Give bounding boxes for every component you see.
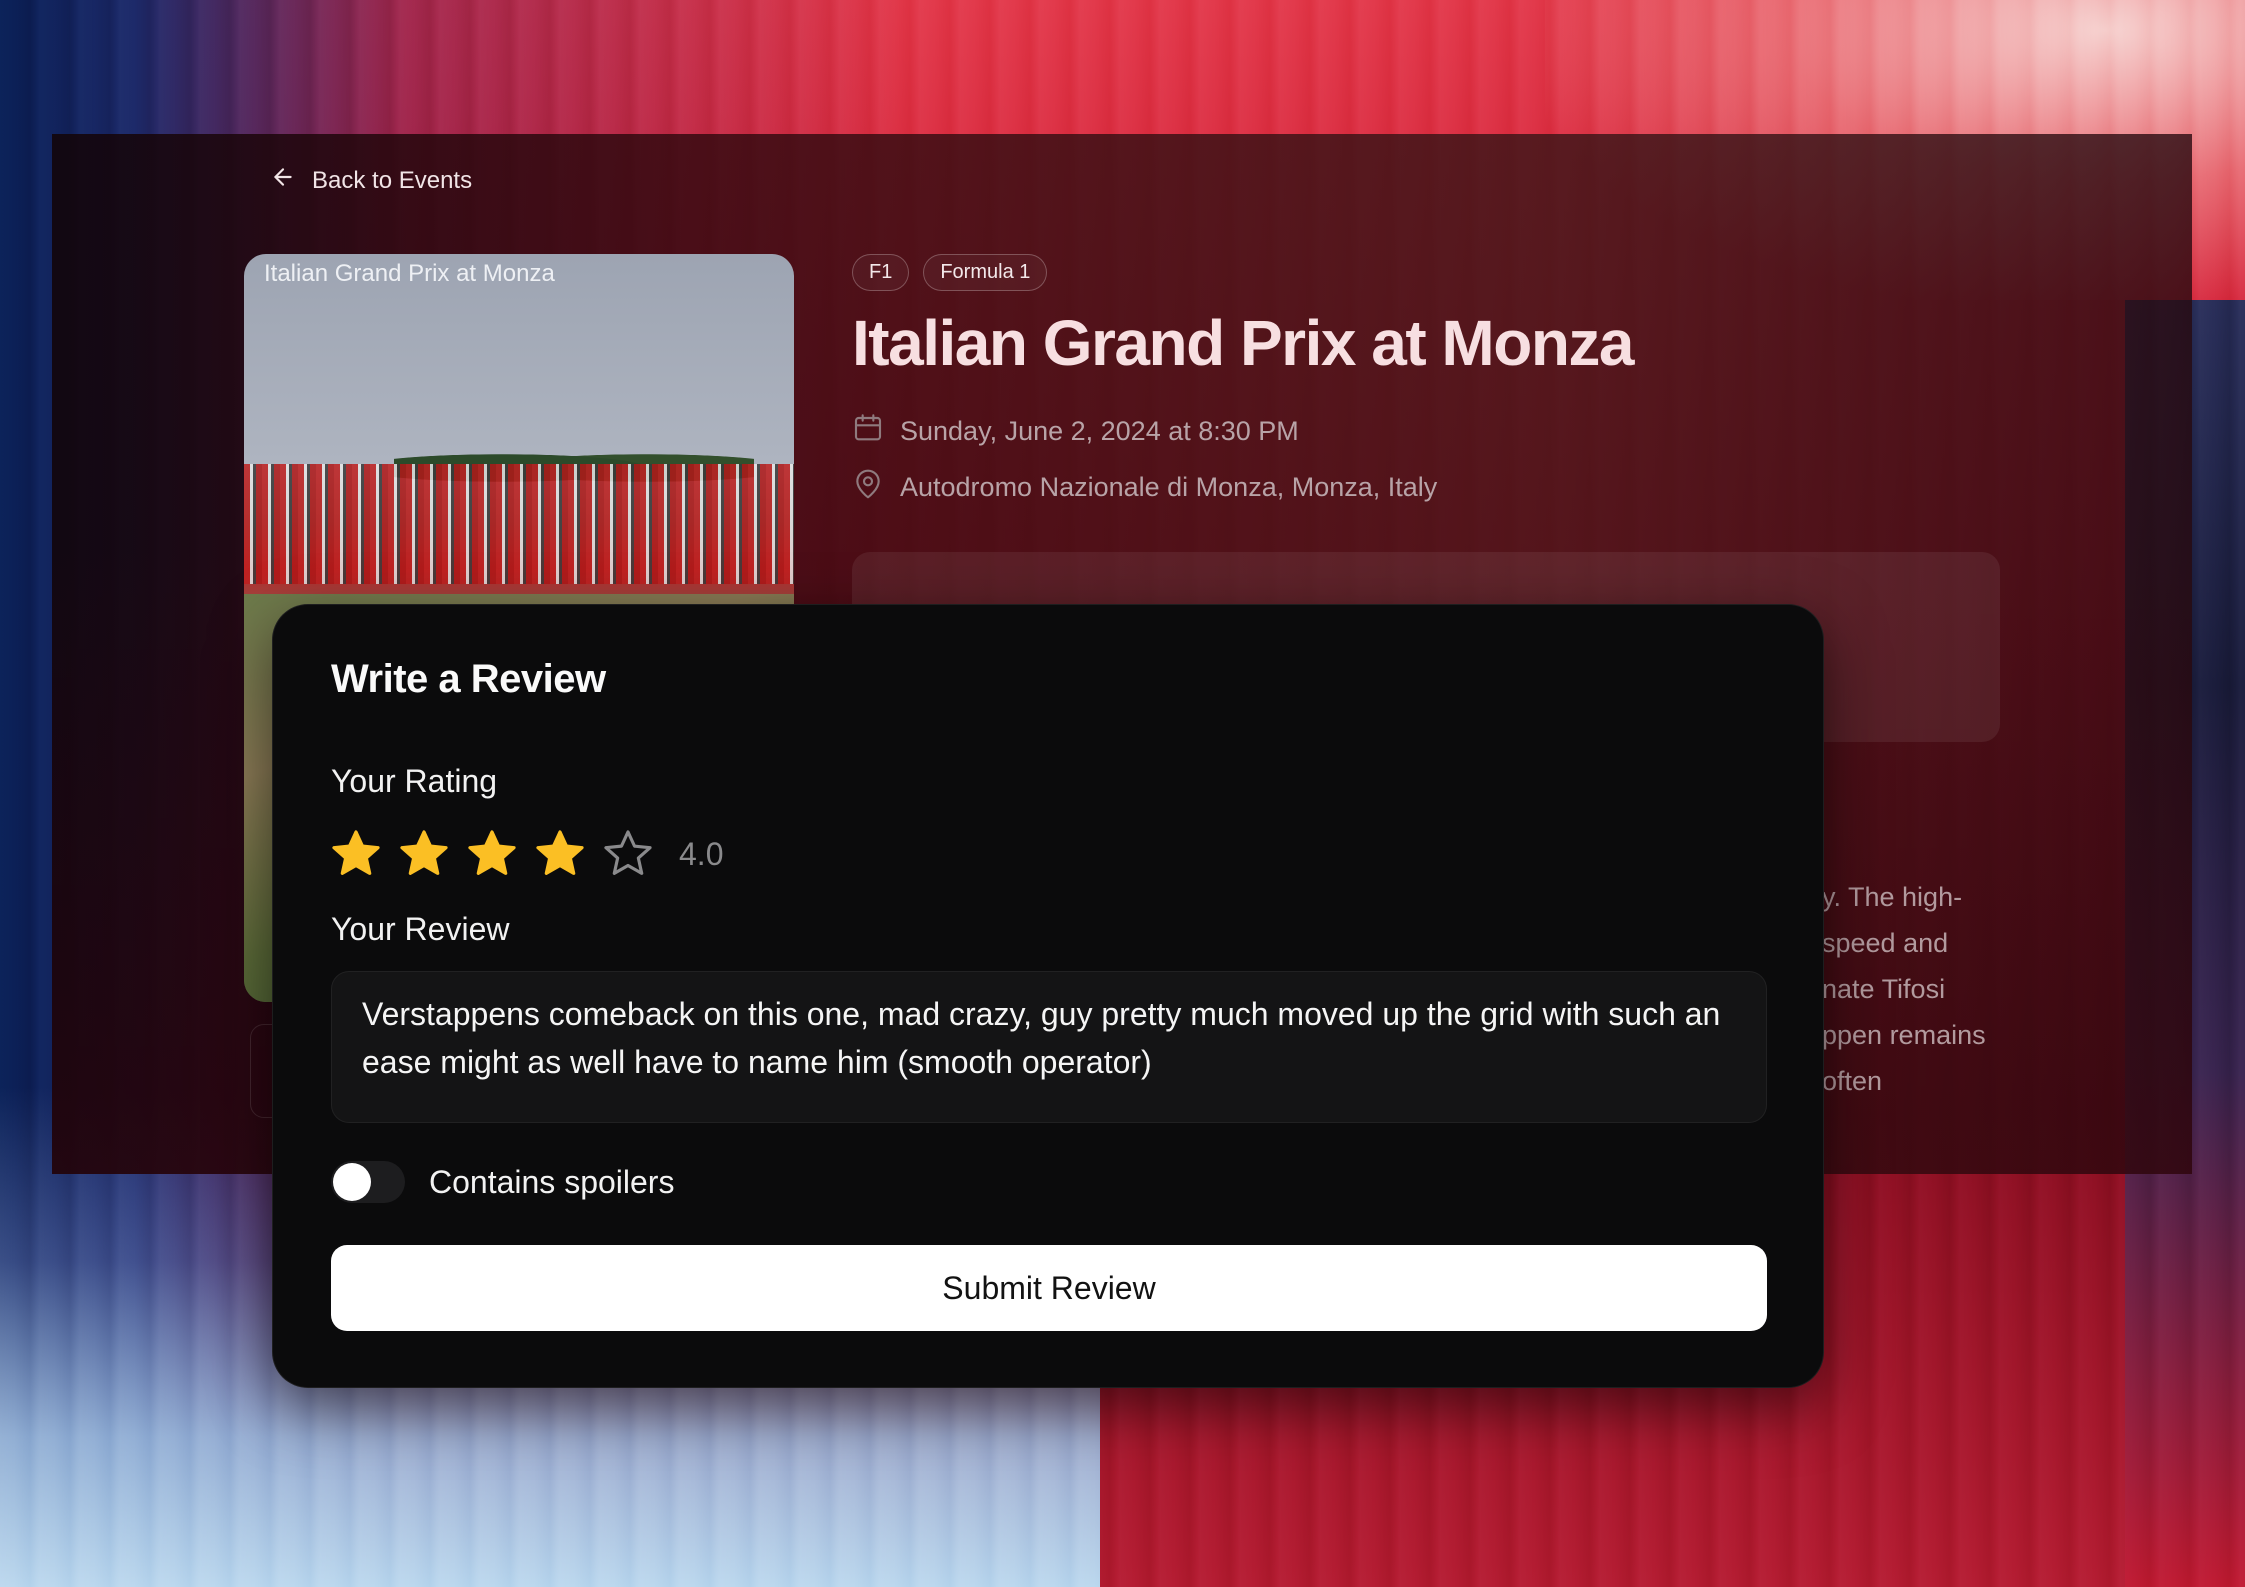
description-line: y. The high-	[1822, 882, 1963, 912]
spoiler-toggle[interactable]	[331, 1161, 405, 1203]
star-icon[interactable]	[601, 827, 655, 881]
review-label: Your Review	[331, 911, 510, 947]
map-pin-icon	[852, 468, 884, 507]
event-date: Sunday, June 2, 2024 at 8:30 PM	[900, 416, 1299, 446]
review-textarea[interactable]: Verstappens comeback on this one, mad cr…	[331, 971, 1767, 1123]
grandstand-crowd	[244, 464, 794, 584]
event-location-row: Autodromo Nazionale di Monza, Monza, Ita…	[852, 468, 1437, 507]
back-to-events-link[interactable]: Back to Events	[270, 164, 472, 197]
star-rating: 4.0	[329, 827, 723, 881]
back-link-label: Back to Events	[312, 166, 473, 194]
rating-value: 4.0	[679, 835, 724, 872]
rating-label: Your Rating	[331, 763, 498, 799]
event-description: y. The high- speed and nate Tifosi ppen …	[1822, 874, 2062, 1104]
description-line: often	[1822, 1066, 1883, 1096]
description-line: speed and	[1822, 928, 1949, 958]
submit-review-button[interactable]: Submit Review	[331, 1245, 1767, 1331]
event-tags: F1 Formula 1	[852, 254, 1048, 291]
event-title: Italian Grand Prix at Monza	[852, 307, 1635, 379]
toggle-knob	[333, 1163, 371, 1201]
spoiler-label: Contains spoilers	[429, 1163, 675, 1200]
star-icon[interactable]	[465, 827, 519, 881]
write-review-modal: Write a Review Your Rating 4.0 Your Revi…	[272, 604, 1824, 1388]
event-date-row: Sunday, June 2, 2024 at 8:30 PM	[852, 412, 1299, 451]
star-icon[interactable]	[533, 827, 587, 881]
calendar-icon	[852, 412, 884, 451]
event-location: Autodromo Nazionale di Monza, Monza, Ita…	[900, 472, 1438, 502]
description-line: nate Tifosi	[1822, 974, 1946, 1004]
star-icon[interactable]	[397, 827, 451, 881]
tag-badge: F1	[852, 254, 910, 291]
description-line: ppen remains	[1822, 1020, 1986, 1050]
spoiler-toggle-row: Contains spoilers	[331, 1161, 674, 1203]
arrow-left-icon	[270, 164, 296, 197]
event-image-alt-text: Italian Grand Prix at Monza	[264, 260, 555, 287]
star-icon[interactable]	[329, 827, 383, 881]
modal-title: Write a Review	[331, 657, 606, 701]
tag-badge: Formula 1	[923, 254, 1048, 291]
